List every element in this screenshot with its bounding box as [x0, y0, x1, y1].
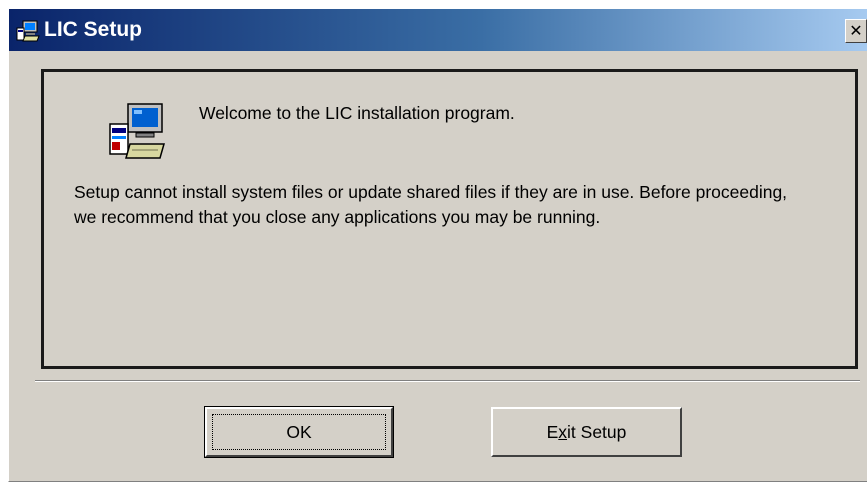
- setup-computer-icon: [102, 100, 174, 164]
- content-panel: Welcome to the LIC installation program.…: [41, 69, 858, 369]
- ok-button[interactable]: OK: [204, 406, 394, 458]
- welcome-text: Welcome to the LIC installation program.: [199, 103, 515, 123]
- setup-dialog: LIC Setup ✕ Welcome to the LIC installat…: [8, 8, 867, 482]
- title-bar[interactable]: LIC Setup ✕: [9, 9, 867, 51]
- close-button[interactable]: ✕: [845, 19, 867, 43]
- separator: [35, 380, 860, 382]
- setup-message: Setup cannot install system files or upd…: [74, 182, 788, 227]
- setup-computer-icon: [15, 19, 41, 43]
- close-icon: ✕: [849, 23, 863, 40]
- focus-ring: [212, 414, 386, 450]
- exit-setup-label: Exit Setup: [546, 421, 627, 442]
- mnemonic-underline: x: [558, 421, 568, 442]
- exit-setup-button[interactable]: Exit Setup: [491, 407, 682, 457]
- window-title: LIC Setup: [44, 18, 142, 41]
